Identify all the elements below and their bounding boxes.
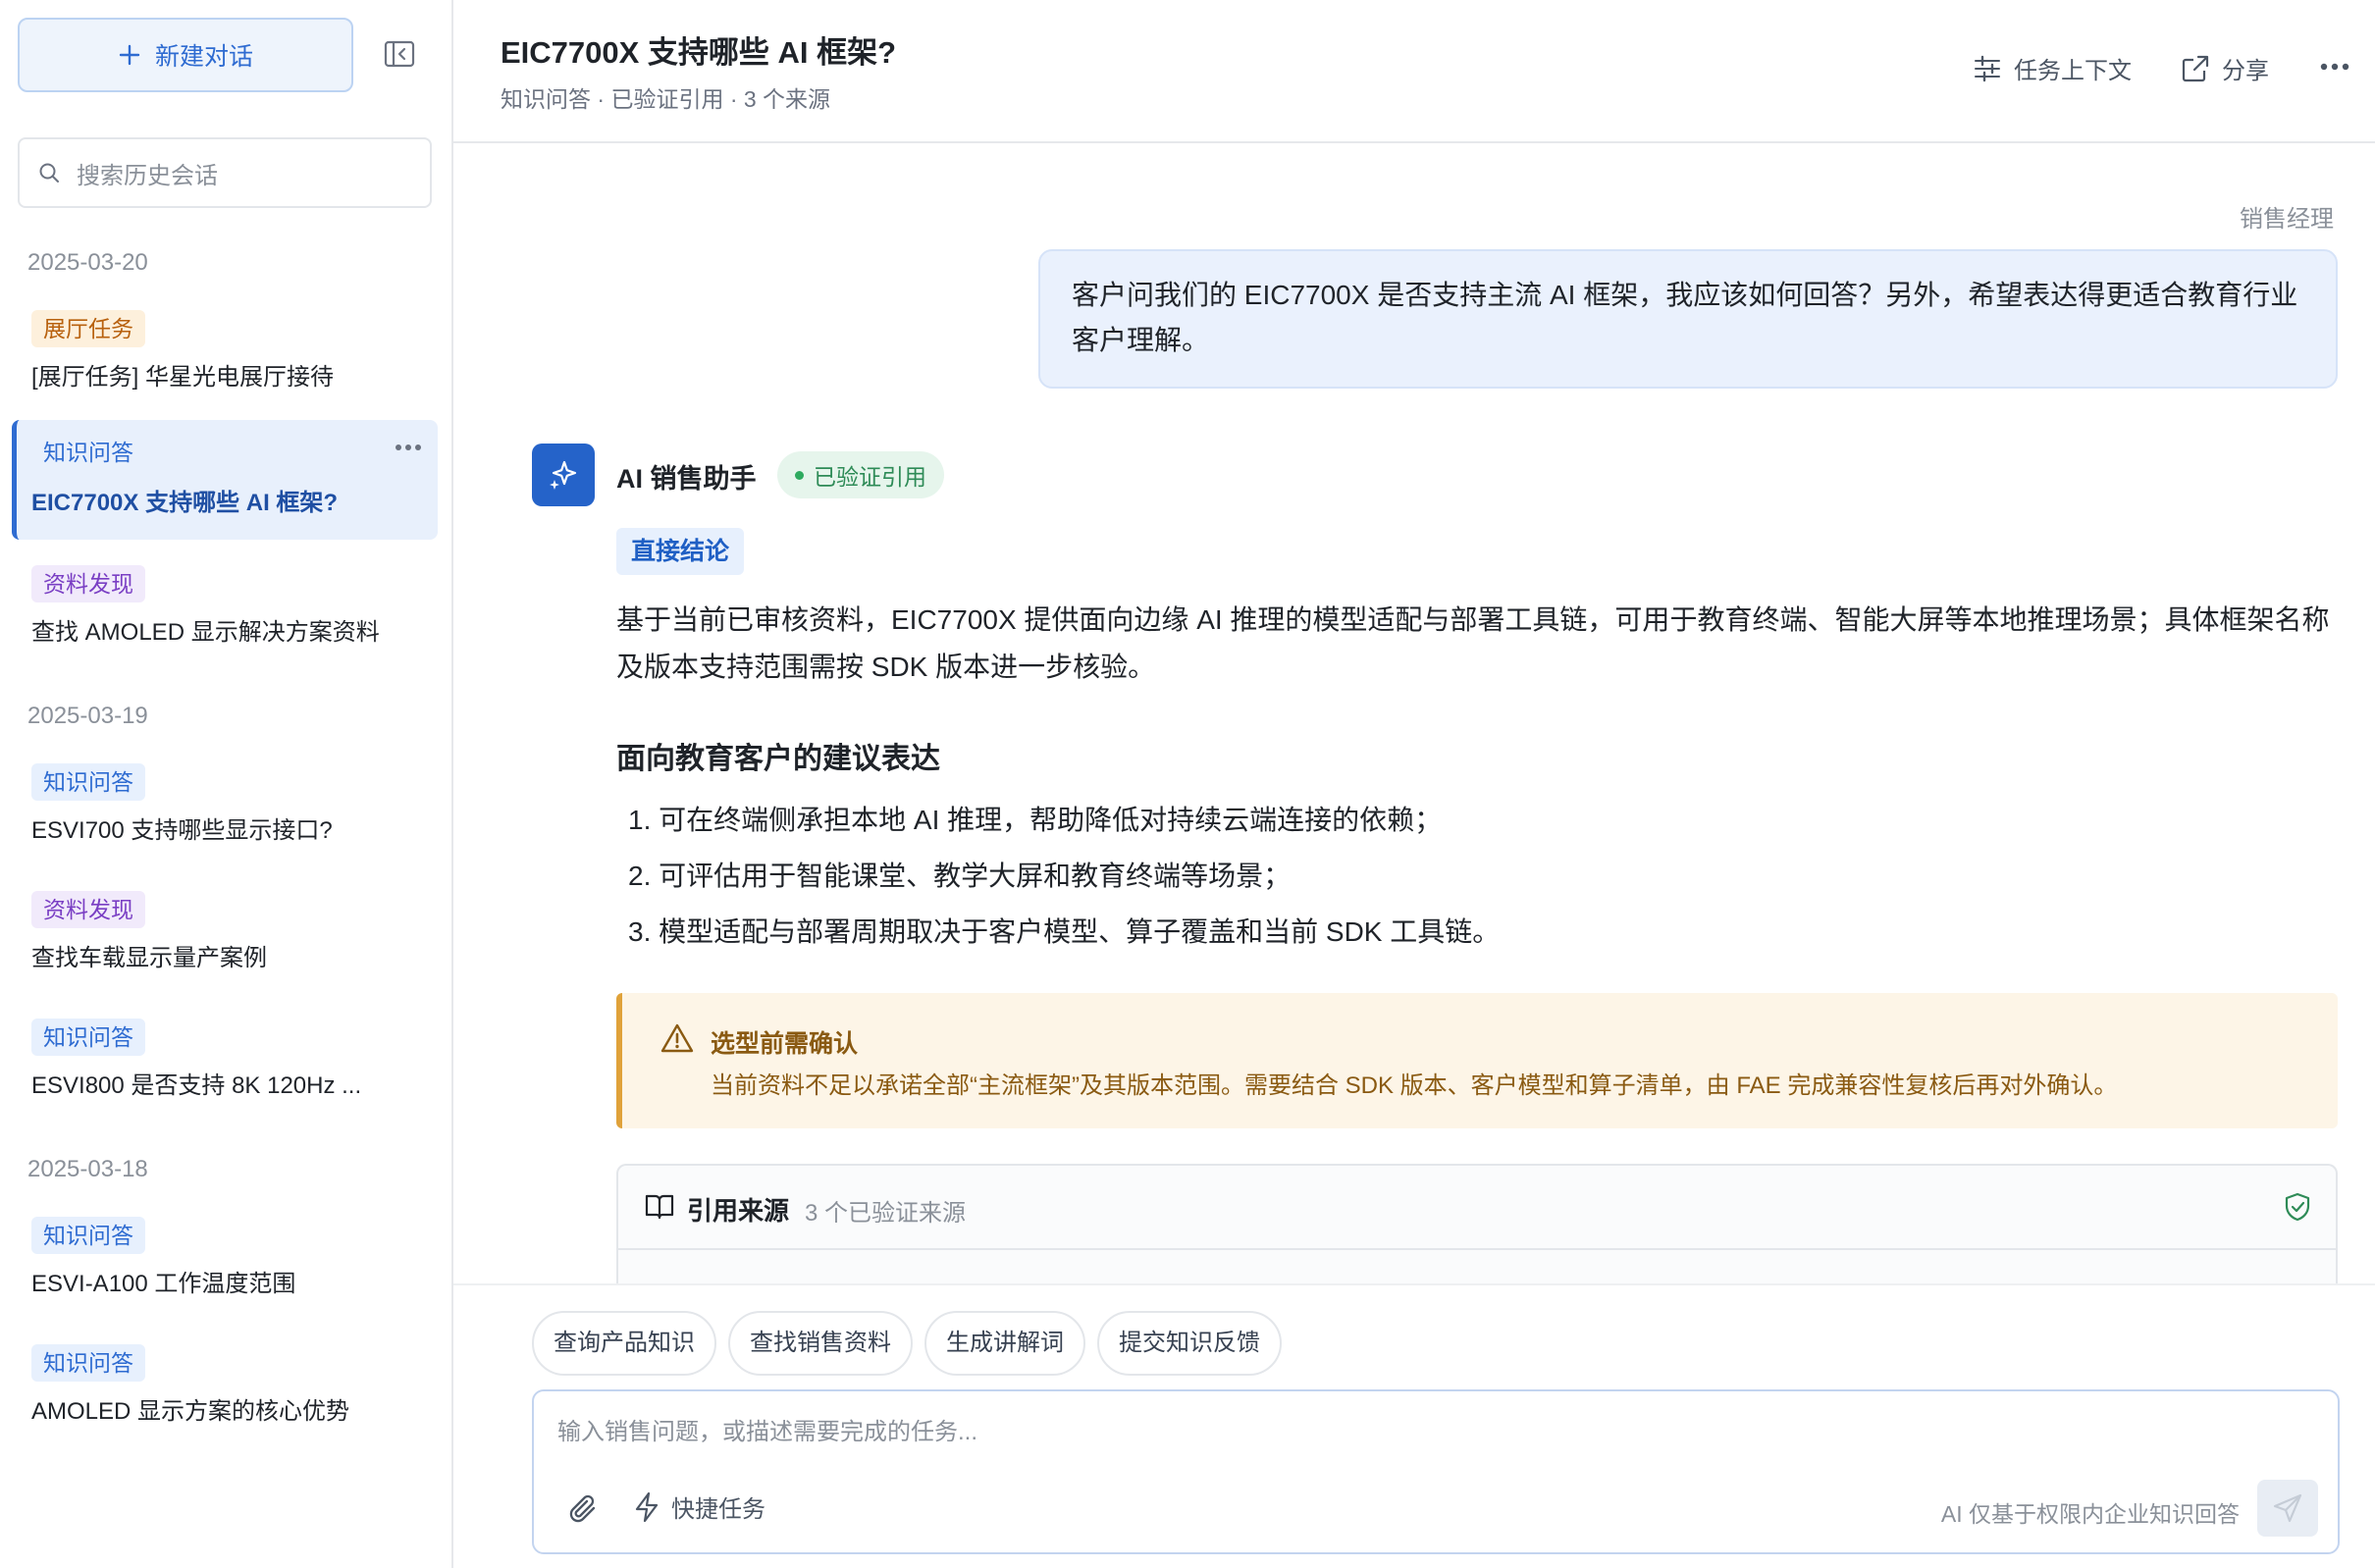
section-heading: 面向教育客户的建议表达 <box>616 743 940 775</box>
page-subtitle: 知识问答 · 已验证引用 · 3 个来源 <box>501 86 831 112</box>
page-title: EIC7700X 支持哪些 AI 框架? <box>501 35 897 70</box>
lightning-icon <box>632 1490 661 1524</box>
quick-chip[interactable]: 生成讲解词 <box>924 1311 1085 1376</box>
composer-hint: AI 仅基于权限内企业知识回答 <box>1940 1501 2240 1527</box>
more-options-icon[interactable] <box>395 444 422 451</box>
date-group-label: 2025-03-18 <box>27 1156 148 1182</box>
history-item-title: EIC7700X 支持哪些 AI 框架? <box>31 490 339 516</box>
assistant-avatar <box>532 444 595 506</box>
assistant-name: AI 销售助手 <box>616 464 757 494</box>
paperclip-icon[interactable] <box>565 1491 601 1527</box>
warning-title: 选型前需确认 <box>711 1030 859 1058</box>
history-item-tag: 资料发现 <box>31 565 145 602</box>
external-link-icon <box>2181 54 2210 83</box>
list-item: 1. 可在终端侧承担本地 AI 推理，帮助降低对持续云端连接的依赖； <box>628 805 1443 835</box>
message-input[interactable] <box>555 1409 2224 1456</box>
warning-text: 当前资料不足以承诺全部“主流框架”及其版本范围。需要结合 SDK 版本、客户模型… <box>711 1072 2118 1099</box>
share-button[interactable]: 分享 <box>2181 51 2269 85</box>
sliders-icon <box>1973 54 2002 83</box>
history-item-title: AMOLED 显示方案的核心优势 <box>31 1398 350 1425</box>
search-placeholder: 搜索历史会话 <box>77 162 218 189</box>
quick-chip[interactable]: 查找销售资料 <box>728 1311 913 1376</box>
history-item[interactable]: 知识问答 ESVI700 支持哪些显示接口? <box>12 761 438 881</box>
history-item-tag: 知识问答 <box>31 1019 145 1056</box>
history-item[interactable]: 资料发现 查找 AMOLED 显示解决方案资料 <box>12 563 438 683</box>
history-item-title: 查找车载显示量产案例 <box>31 945 267 971</box>
warning-triangle-icon <box>660 1022 695 1054</box>
send-button[interactable] <box>2257 1480 2318 1537</box>
quick-task-label: 快捷任务 <box>671 1496 765 1523</box>
conclusion-tag: 直接结论 <box>616 528 745 575</box>
quick-chip[interactable]: 查询产品知识 <box>532 1311 716 1376</box>
status-dot-icon <box>795 470 804 480</box>
history-item-title: 查找 AMOLED 显示解决方案资料 <box>31 619 380 646</box>
warning-callout: 选型前需确认 当前资料不足以承诺全部“主流框架”及其版本范围。需要结合 SDK … <box>616 993 2338 1128</box>
date-group-label: 2025-03-20 <box>27 249 148 276</box>
composer-area: 查询产品知识 查找销售资料 生成讲解词 提交知识反馈 快捷任务 AI 仅基于权限… <box>453 1283 2375 1568</box>
list-item: 2. 可评估用于智能课堂、教学大屏和教育终端等场景； <box>628 861 1292 891</box>
history-item-tag: 知识问答 <box>31 1344 145 1382</box>
history-item[interactable]: 知识问答 ESVI800 是否支持 8K 120Hz ... <box>12 1017 438 1136</box>
sidebar: 新建对话 搜索历史会话 2025-03-20 展厅任务 [展厅任务] 华星光电展… <box>0 0 453 1568</box>
conclusion-text: 基于当前已审核资料，EIC7700X 提供面向边缘 AI 推理的模型适配与部署工… <box>616 604 2330 682</box>
sources-title: 引用来源 <box>687 1196 790 1226</box>
citation-sources-header[interactable]: 引用来源 3 个已验证来源 <box>618 1166 2336 1250</box>
collapse-sidebar-icon[interactable] <box>383 37 416 71</box>
user-message-bubble: 客户问我们的 EIC7700X 是否支持主流 AI 框架，我应该如何回答？另外，… <box>1038 249 2338 389</box>
history-item-tag: 知识问答 <box>31 763 145 801</box>
history-item-active[interactable]: 知识问答 EIC7700X 支持哪些 AI 框架? <box>12 420 438 540</box>
history-item-tag: 知识问答 <box>31 1217 145 1254</box>
date-group-label: 2025-03-19 <box>27 703 148 729</box>
history-item[interactable]: 知识问答 AMOLED 显示方案的核心优势 <box>12 1342 438 1462</box>
share-label: 分享 <box>2222 58 2269 84</box>
send-icon <box>2272 1492 2303 1524</box>
history-item-tag: 展厅任务 <box>31 310 145 347</box>
user-role-label: 销售经理 <box>2240 206 2334 233</box>
message-composer: 快捷任务 AI 仅基于权限内企业知识回答 <box>532 1389 2340 1554</box>
history-item-tag: 知识问答 <box>43 440 133 465</box>
shield-check-icon <box>2283 1191 2312 1223</box>
sparkles-icon <box>547 458 580 492</box>
task-context-button[interactable]: 任务上下文 <box>1973 51 2132 85</box>
more-menu-icon[interactable] <box>2320 63 2349 71</box>
new-chat-label: 新建对话 <box>154 43 253 71</box>
verified-citation-badge: 已验证引用 <box>777 451 944 498</box>
quick-chip[interactable]: 提交知识反馈 <box>1097 1311 1282 1376</box>
sources-count: 3 个已验证来源 <box>805 1200 967 1227</box>
conversation-header: EIC7700X 支持哪些 AI 框架? 知识问答 · 已验证引用 · 3 个来… <box>453 0 2375 143</box>
citation-sources-panel: 引用来源 3 个已验证来源 <box>616 1164 2338 1285</box>
verified-label: 已验证引用 <box>814 464 926 490</box>
history-item[interactable]: 展厅任务 [展厅任务] 华星光电展厅接待 <box>12 308 438 428</box>
history-item-title: ESVI800 是否支持 8K 120Hz ... <box>31 1072 362 1099</box>
history-item-title: [展厅任务] 华星光电展厅接待 <box>31 364 335 391</box>
book-open-icon <box>644 1191 675 1221</box>
history-item[interactable]: 资料发现 查找车载显示量产案例 <box>12 889 438 1009</box>
history-item-tag: 资料发现 <box>31 891 145 928</box>
quick-task-button[interactable]: 快捷任务 <box>632 1490 765 1524</box>
history-item-title: ESVI700 支持哪些显示接口? <box>31 817 333 844</box>
search-icon <box>37 161 61 184</box>
list-item: 3. 模型适配与部署周期取决于客户模型、算子覆盖和当前 SDK 工具链。 <box>628 916 1501 947</box>
history-item-title: ESVI-A100 工作温度范围 <box>31 1271 296 1297</box>
task-context-label: 任务上下文 <box>2014 58 2132 84</box>
history-search-input[interactable]: 搜索历史会话 <box>18 137 432 208</box>
history-item[interactable]: 知识问答 ESVI-A100 工作温度范围 <box>12 1215 438 1334</box>
new-chat-button[interactable]: 新建对话 <box>18 18 353 92</box>
plus-icon <box>118 43 141 67</box>
